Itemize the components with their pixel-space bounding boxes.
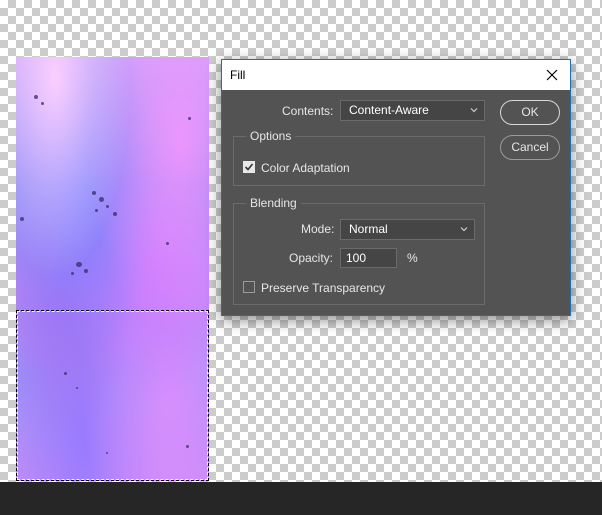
image-speck <box>188 117 191 120</box>
image-speck <box>84 269 88 273</box>
image-speck <box>113 212 117 216</box>
options-group: Options Color Adaptation <box>233 129 485 186</box>
opacity-input[interactable]: 100 <box>340 248 397 268</box>
image-speck <box>166 242 169 245</box>
image-speck <box>99 197 104 202</box>
contents-label: Contents: <box>282 104 334 118</box>
image-speck <box>71 272 74 275</box>
image-speck <box>76 262 82 267</box>
preserve-transparency-checkbox[interactable] <box>243 281 255 293</box>
blending-group: Blending Mode: Normal Opacity: 100 % Pre… <box>233 196 485 305</box>
check-icon <box>244 163 254 171</box>
close-icon <box>546 69 558 81</box>
dialog-title: Fill <box>230 68 246 82</box>
opacity-unit: % <box>407 251 418 265</box>
mode-select[interactable]: Normal <box>340 219 475 240</box>
mode-label: Mode: <box>301 222 335 236</box>
mode-value: Normal <box>349 222 388 236</box>
fill-dialog: Fill Contents: Content-Aware Options Col… <box>221 59 571 316</box>
image-speck <box>41 102 44 105</box>
image-speck <box>95 209 98 212</box>
status-bar <box>0 482 602 515</box>
options-group-title: Options <box>246 129 296 143</box>
chevron-down-icon <box>470 108 478 113</box>
dialog-titlebar: Fill <box>222 60 570 90</box>
contents-value: Content-Aware <box>349 103 429 117</box>
image-speck <box>20 217 24 221</box>
preserve-transparency-label: Preserve Transparency <box>261 281 386 295</box>
color-adaptation-label: Color Adaptation <box>261 161 350 175</box>
image-speck <box>34 95 38 99</box>
contents-select[interactable]: Content-Aware <box>340 100 485 121</box>
opacity-label: Opacity: <box>289 251 334 265</box>
blending-group-title: Blending <box>246 196 301 210</box>
ok-button[interactable]: OK <box>500 100 560 125</box>
image-speck <box>92 191 96 195</box>
marquee-selection <box>16 310 209 481</box>
opacity-value: 100 <box>346 251 367 265</box>
cancel-button[interactable]: Cancel <box>500 135 560 160</box>
color-adaptation-checkbox[interactable] <box>243 161 255 173</box>
image-speck <box>106 205 109 208</box>
chevron-down-icon <box>460 227 468 232</box>
close-button[interactable] <box>534 60 570 90</box>
